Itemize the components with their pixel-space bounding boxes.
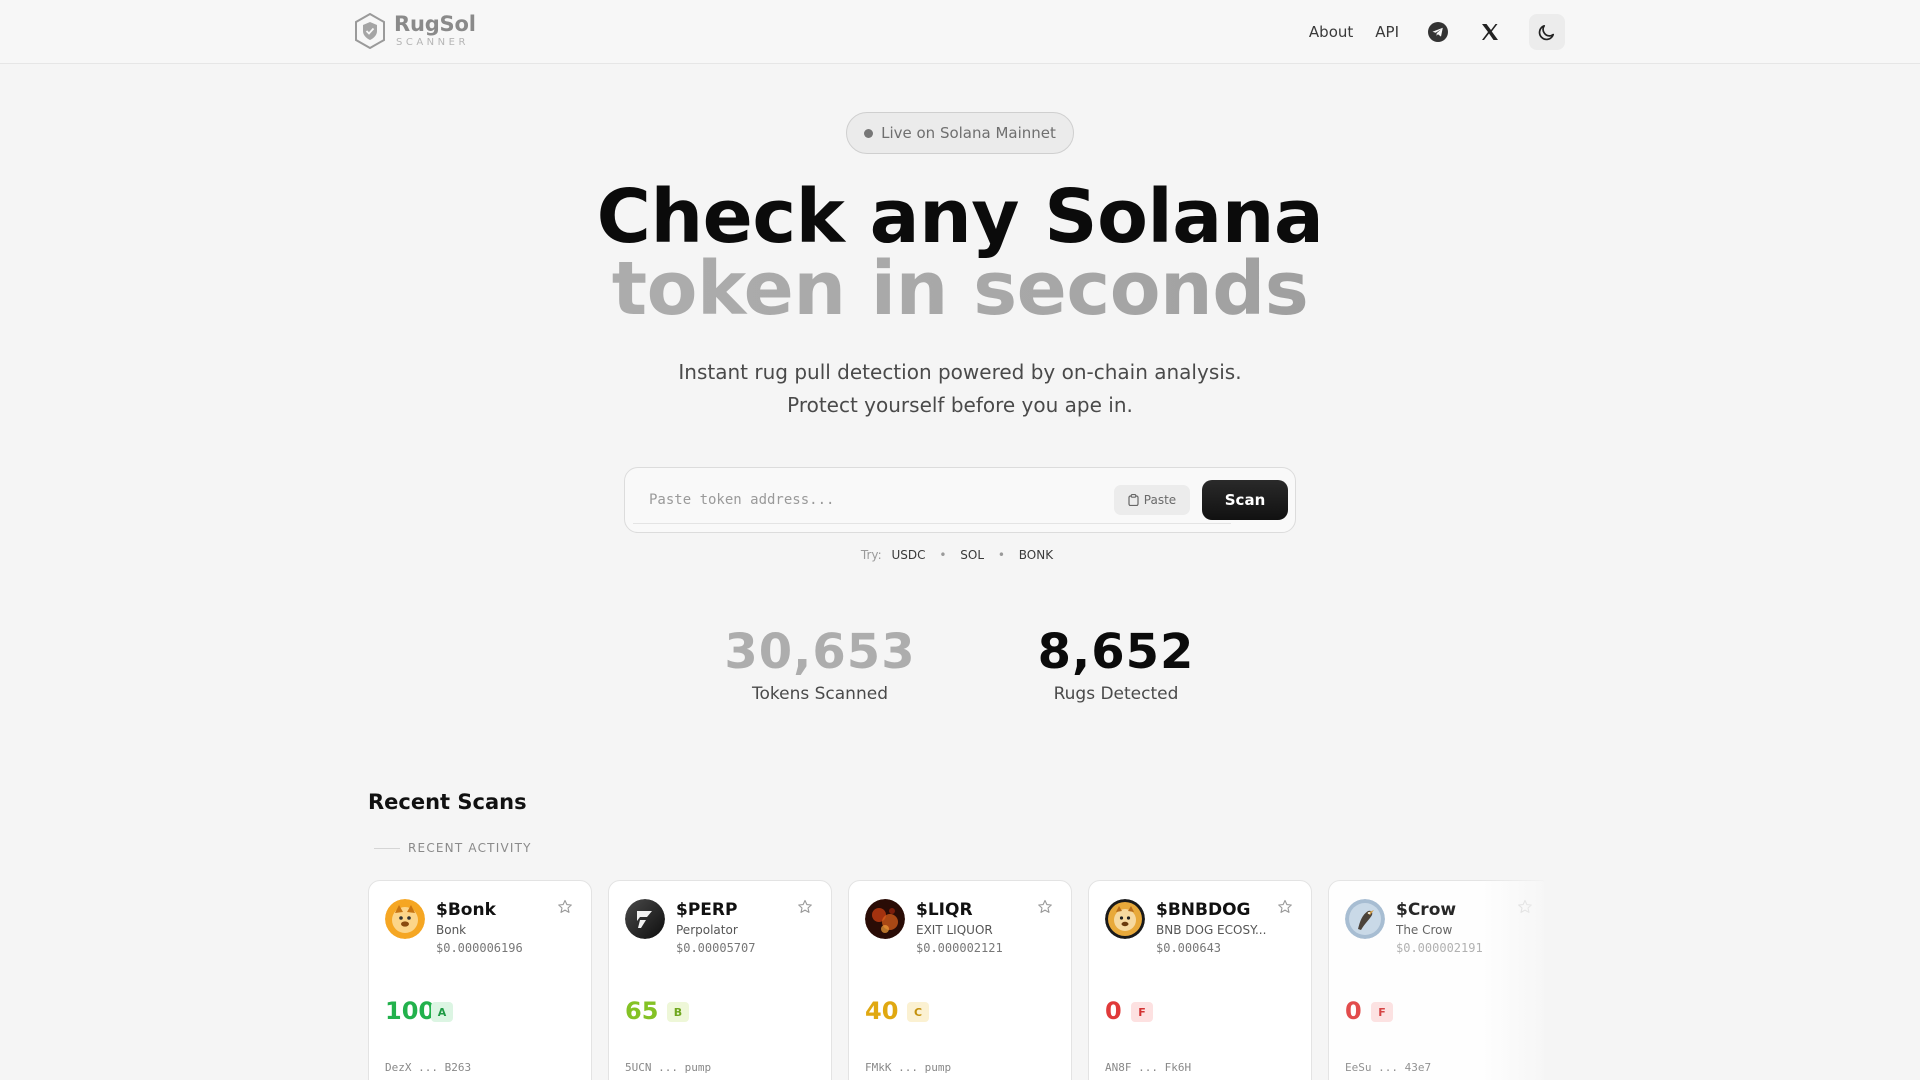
token-address: 5UCN ... pump bbox=[625, 1061, 712, 1074]
try-token-usdc[interactable]: USDC bbox=[892, 548, 926, 562]
token-card[interactable]: $LIQR EXIT LIQUOR $0.000002121 40 C FMkK… bbox=[848, 880, 1072, 1080]
rugs-detected-label: Rugs Detected bbox=[1053, 684, 1179, 704]
hero-subtitle-line1: Instant rug pull detection powered by on… bbox=[678, 360, 1242, 384]
live-status-badge: Live on Solana Mainnet bbox=[846, 112, 1074, 154]
shield-logo-icon bbox=[355, 13, 385, 49]
token-card[interactable]: $Bonk Bonk $0.000006196 100 A DezX ... B… bbox=[368, 880, 592, 1080]
token-price: $0.000006196 bbox=[436, 941, 523, 955]
risk-score: 0 bbox=[1105, 997, 1122, 1025]
risk-grade-badge: F bbox=[1371, 1002, 1393, 1022]
token-card[interactable]: $Crow The Crow $0.000002191 0 F EeSu ...… bbox=[1328, 880, 1544, 1080]
stat-rugs-detected: 8,652 Rugs Detected bbox=[1016, 622, 1216, 704]
separator-dot: • bbox=[939, 548, 947, 562]
token-price: $0.00005707 bbox=[676, 941, 756, 955]
token-price: $0.000002121 bbox=[916, 941, 1003, 955]
try-token-sol[interactable]: SOL bbox=[960, 548, 984, 562]
token-address: DezX ... B263 bbox=[385, 1061, 472, 1074]
token-name: Bonk bbox=[436, 923, 467, 937]
try-label: Try: bbox=[860, 548, 882, 562]
token-card[interactable]: $BNBDOG BNB DOG ECOSY... $0.000643 0 F A… bbox=[1088, 880, 1312, 1080]
logo-subtitle: SCANNER bbox=[396, 37, 469, 48]
token-name: EXIT LIQUOR bbox=[916, 923, 993, 937]
separator-dot: • bbox=[997, 548, 1005, 562]
risk-grade-badge: C bbox=[907, 1002, 929, 1022]
theme-toggle-button[interactable] bbox=[1529, 14, 1565, 50]
token-logo-bonk bbox=[385, 899, 425, 939]
hero-subtitle: Instant rug pull detection powered by on… bbox=[0, 356, 1920, 422]
try-suggestions: Try: USDC • SOL • BONK bbox=[0, 548, 1920, 562]
try-token-bonk[interactable]: BONK bbox=[1019, 548, 1053, 562]
recent-activity-label: RECENT ACTIVITY bbox=[374, 841, 532, 855]
nav-about-link[interactable]: About bbox=[1309, 23, 1353, 41]
star-icon[interactable] bbox=[1037, 899, 1053, 915]
token-address: EeSu ... 43e7 bbox=[1345, 1061, 1432, 1074]
logo-name: RugSol bbox=[394, 12, 476, 36]
token-card[interactable]: $PERP Perpolator $0.00005707 65 B 5UCN .… bbox=[608, 880, 832, 1080]
telegram-icon[interactable] bbox=[1427, 21, 1449, 43]
token-search-box: Paste Scan bbox=[624, 467, 1296, 533]
token-price: $0.000002191 bbox=[1396, 941, 1483, 955]
x-icon[interactable] bbox=[1479, 21, 1501, 43]
star-icon[interactable] bbox=[1277, 899, 1293, 915]
logo[interactable]: RugSol SCANNER bbox=[354, 13, 476, 49]
token-name: BNB DOG ECOSY... bbox=[1156, 923, 1267, 937]
stat-tokens-scanned: 30,653 Tokens Scanned bbox=[720, 622, 920, 704]
tokens-scanned-count: 30,653 bbox=[724, 624, 916, 680]
token-address: FMkK ... pump bbox=[865, 1061, 952, 1074]
top-nav: About API bbox=[1309, 14, 1565, 50]
paste-button[interactable]: Paste bbox=[1114, 485, 1190, 515]
recent-scans-title: Recent Scans bbox=[368, 790, 527, 814]
risk-score: 65 bbox=[625, 997, 659, 1025]
hero-title-line1: Check any Solana bbox=[596, 174, 1324, 260]
star-icon[interactable] bbox=[797, 899, 813, 915]
recent-activity-text: RECENT ACTIVITY bbox=[408, 841, 532, 855]
moon-icon bbox=[1538, 24, 1555, 41]
live-status-text: Live on Solana Mainnet bbox=[881, 124, 1056, 142]
token-symbol: $Bonk bbox=[436, 900, 496, 920]
hero-title-line2: token in seconds bbox=[0, 252, 1920, 326]
token-price: $0.000643 bbox=[1156, 941, 1222, 955]
nav-api-link[interactable]: API bbox=[1375, 23, 1399, 41]
recent-scans-list: $Bonk Bonk $0.000006196 100 A DezX ... B… bbox=[368, 880, 1544, 1080]
token-symbol: $BNBDOG bbox=[1156, 900, 1251, 920]
top-header: RugSol SCANNER About API bbox=[0, 0, 1920, 64]
rugs-detected-count: 8,652 bbox=[1037, 624, 1195, 680]
status-dot-icon bbox=[864, 128, 874, 138]
clipboard-icon bbox=[1128, 494, 1139, 506]
token-name: Perpolator bbox=[676, 923, 738, 937]
hero-subtitle-line2: Protect yourself before you ape in. bbox=[787, 393, 1133, 417]
token-logo-liqr bbox=[865, 899, 905, 939]
token-name: The Crow bbox=[1396, 923, 1453, 937]
token-logo-perp bbox=[625, 899, 665, 939]
star-icon[interactable] bbox=[1517, 899, 1533, 915]
token-address: AN8F ... Fk6H bbox=[1105, 1061, 1192, 1074]
tokens-scanned-label: Tokens Scanned bbox=[752, 684, 888, 704]
token-logo-bnbdog bbox=[1105, 899, 1145, 939]
token-symbol: $LIQR bbox=[916, 900, 973, 920]
risk-grade-badge: B bbox=[667, 1002, 689, 1022]
star-icon[interactable] bbox=[557, 899, 573, 915]
hero-title: Check any Solana token in seconds bbox=[0, 180, 1920, 326]
token-symbol: $Crow bbox=[1396, 900, 1457, 920]
token-logo-crow bbox=[1345, 899, 1385, 939]
risk-grade-badge: F bbox=[1131, 1002, 1153, 1022]
risk-score: 40 bbox=[865, 997, 899, 1025]
divider-line bbox=[374, 847, 400, 849]
risk-score: 0 bbox=[1345, 997, 1362, 1025]
token-symbol: $PERP bbox=[676, 900, 738, 920]
paste-button-label: Paste bbox=[1143, 493, 1177, 507]
scan-button[interactable]: Scan bbox=[1202, 480, 1288, 520]
risk-grade-badge: A bbox=[431, 1002, 453, 1022]
risk-score: 100 bbox=[385, 997, 436, 1025]
